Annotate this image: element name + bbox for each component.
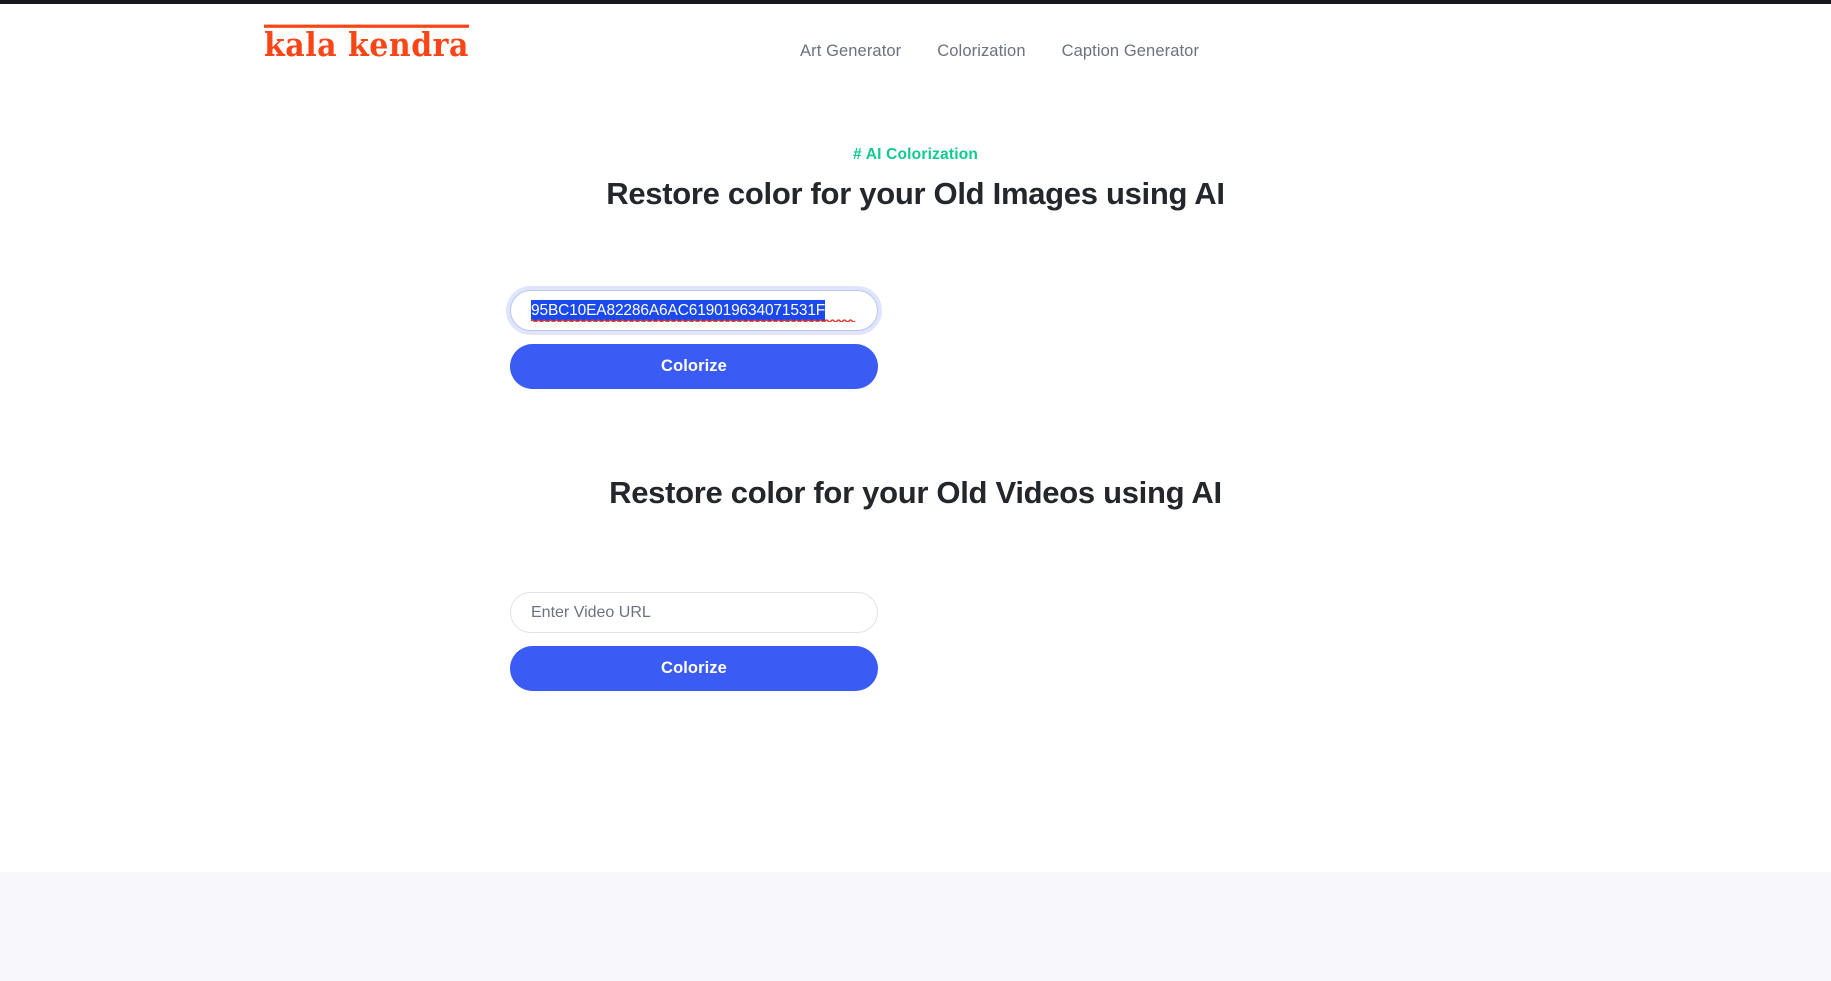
nav-item-caption-generator[interactable]: Caption Generator (1062, 42, 1199, 61)
video-colorize-form: Colorize (510, 592, 878, 691)
site-header: kala kendra Art Generator Colorization C… (0, 4, 1831, 92)
nav-item-colorization[interactable]: Colorization (937, 42, 1025, 61)
video-url-input-wrap (510, 592, 878, 633)
image-colorize-button[interactable]: Colorize (510, 344, 878, 389)
image-colorize-form: 95BC10EA82286A6AC619019634071531F Colori… (506, 286, 882, 389)
page-title-videos: Restore color for your Old Videos using … (609, 475, 1222, 510)
brand-logo[interactable]: kala kendra (264, 24, 469, 63)
image-url-input[interactable] (510, 290, 878, 331)
video-url-input[interactable] (510, 592, 878, 633)
video-colorize-button[interactable]: Colorize (510, 646, 878, 691)
image-url-input-wrap: 95BC10EA82286A6AC619019634071531F (506, 286, 882, 335)
main-navigation: Art Generator Colorization Caption Gener… (800, 42, 1199, 61)
site-footer: Copyright © 2022 kala kendra (0, 872, 1831, 981)
section-eyebrow: # AI Colorization (852, 146, 979, 163)
page-title-images: Restore color for your Old Images using … (606, 176, 1225, 211)
nav-item-art-generator[interactable]: Art Generator (800, 42, 901, 61)
